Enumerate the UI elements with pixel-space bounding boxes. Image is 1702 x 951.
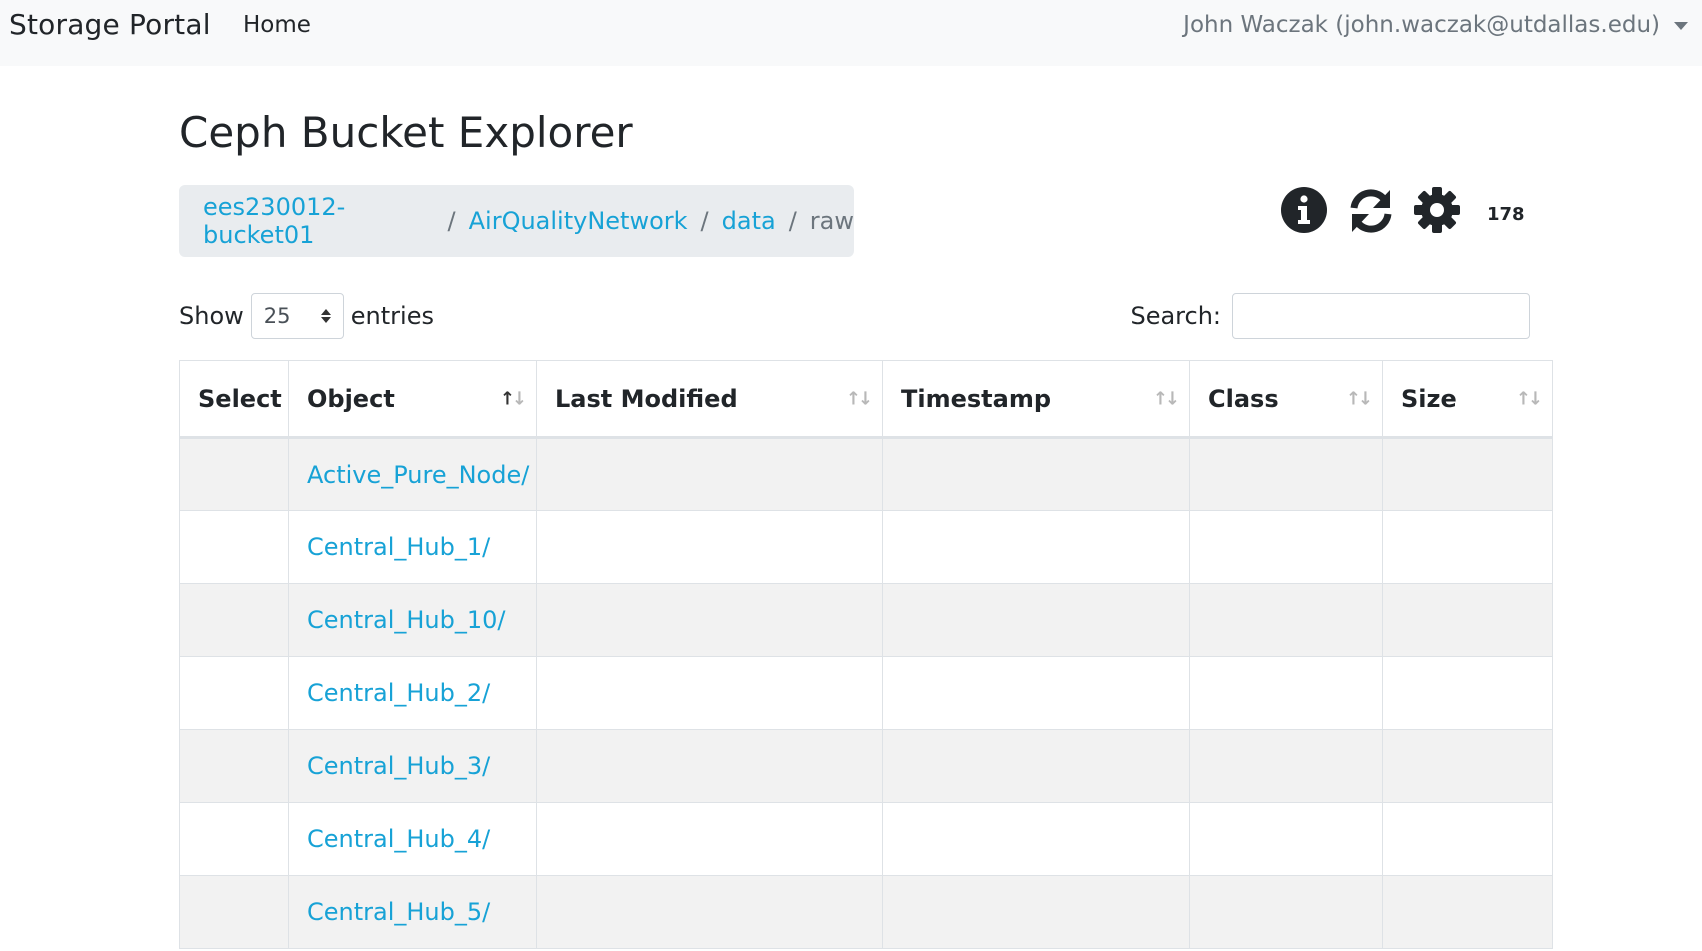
top-navbar: Storage Portal Home John Waczak (john.wa… [0, 0, 1702, 66]
search-input[interactable] [1232, 293, 1530, 339]
object-cell: Central_Hub_3/ [288, 729, 537, 803]
sort-icon: ↑↓ [1515, 388, 1543, 409]
class-cell [1189, 510, 1383, 584]
class-cell [1189, 729, 1383, 803]
select-cell [179, 802, 289, 876]
breadcrumb-separator: / [700, 207, 709, 235]
breadcrumb-item-airqualitynetwork[interactable]: AirQualityNetwork [469, 207, 688, 235]
size-cell [1382, 656, 1553, 730]
select-cell [179, 656, 289, 730]
refresh-icon[interactable] [1346, 186, 1396, 240]
object-link[interactable]: Central_Hub_4/ [307, 825, 490, 853]
size-cell [1382, 875, 1553, 949]
class-cell [1189, 802, 1383, 876]
page-length-select[interactable]: 25 [250, 293, 344, 339]
last-modified-cell [536, 583, 883, 657]
table-header-row: Select Object ↑↓ Last Modified ↑↓ Timestam… [179, 360, 1553, 439]
brand-link[interactable]: Storage Portal [9, 8, 211, 41]
object-cell: Active_Pure_Node/ [288, 437, 537, 511]
length-suffix: entries [350, 302, 434, 330]
object-cell: Central_Hub_4/ [288, 802, 537, 876]
select-cell [179, 437, 289, 511]
object-link[interactable]: Central_Hub_10/ [307, 606, 506, 634]
object-cell: Central_Hub_2/ [288, 656, 537, 730]
column-header-class[interactable]: Class ↑↓ [1189, 360, 1383, 439]
breadcrumb-separator: / [788, 207, 797, 235]
last-modified-cell [536, 510, 883, 584]
sort-icon: ↑↓ [499, 388, 527, 409]
sort-icon: ↑↓ [845, 388, 873, 409]
select-cell [179, 729, 289, 803]
object-link[interactable]: Active_Pure_Node/ [307, 461, 529, 489]
select-arrows-icon [320, 309, 331, 323]
object-count: 178 [1487, 204, 1525, 225]
breadcrumb: ees230012-bucket01 / AirQualityNetwork /… [179, 185, 854, 257]
user-menu-toggle[interactable]: John Waczak (john.waczak@utdallas.edu) [1183, 12, 1688, 38]
timestamp-cell [882, 583, 1190, 657]
table-row: Central_Hub_3/ [179, 729, 1553, 803]
column-header-select: Select [179, 360, 289, 439]
select-cell [179, 510, 289, 584]
size-cell [1382, 729, 1553, 803]
size-cell [1382, 583, 1553, 657]
column-header-last-modified[interactable]: Last Modified ↑↓ [536, 360, 883, 439]
chevron-down-icon [1674, 22, 1688, 30]
column-header-object[interactable]: Object ↑↓ [288, 360, 537, 439]
table-row: Central_Hub_10/ [179, 583, 1553, 657]
info-icon[interactable] [1280, 186, 1328, 238]
size-cell [1382, 802, 1553, 876]
select-cell [179, 583, 289, 657]
breadcrumb-separator: / [447, 207, 456, 235]
object-link[interactable]: Central_Hub_3/ [307, 752, 490, 780]
gear-icon[interactable] [1413, 186, 1461, 238]
class-cell [1189, 583, 1383, 657]
last-modified-cell [536, 437, 883, 511]
last-modified-cell [536, 729, 883, 803]
table-row: Central_Hub_1/ [179, 510, 1553, 584]
timestamp-cell [882, 729, 1190, 803]
table-row: Central_Hub_4/ [179, 802, 1553, 876]
select-cell [179, 875, 289, 949]
timestamp-cell [882, 802, 1190, 876]
page-title: Ceph Bucket Explorer [179, 108, 633, 157]
last-modified-cell [536, 656, 883, 730]
breadcrumb-item-data[interactable]: data [722, 207, 776, 235]
breadcrumb-item-bucket[interactable]: ees230012-bucket01 [203, 193, 435, 249]
timestamp-cell [882, 875, 1190, 949]
length-prefix: Show [179, 302, 244, 330]
column-header-timestamp[interactable]: Timestamp ↑↓ [882, 360, 1190, 439]
sort-icon: ↑↓ [1152, 388, 1180, 409]
page-length-value: 25 [263, 304, 291, 328]
table-row: Central_Hub_2/ [179, 656, 1553, 730]
class-cell [1189, 656, 1383, 730]
size-cell [1382, 510, 1553, 584]
table-row: Active_Pure_Node/ [179, 437, 1553, 511]
object-link[interactable]: Central_Hub_5/ [307, 898, 490, 926]
page-length-control: Show 25 entries [179, 293, 434, 339]
sort-icon: ↑↓ [1345, 388, 1373, 409]
object-link[interactable]: Central_Hub_1/ [307, 533, 490, 561]
timestamp-cell [882, 510, 1190, 584]
timestamp-cell [882, 437, 1190, 511]
search-control: Search: [1130, 293, 1530, 339]
object-cell: Central_Hub_5/ [288, 875, 537, 949]
column-header-size[interactable]: Size ↑↓ [1382, 360, 1553, 439]
user-name: John Waczak (john.waczak@utdallas.edu) [1183, 12, 1660, 38]
last-modified-cell [536, 802, 883, 876]
breadcrumb-item-raw: raw [809, 207, 854, 235]
nav-home-link[interactable]: Home [243, 12, 311, 38]
class-cell [1189, 875, 1383, 949]
last-modified-cell [536, 875, 883, 949]
timestamp-cell [882, 656, 1190, 730]
objects-table: Select Object ↑↓ Last Modified ↑↓ Timestam… [179, 360, 1553, 949]
object-cell: Central_Hub_1/ [288, 510, 537, 584]
size-cell [1382, 437, 1553, 511]
class-cell [1189, 437, 1383, 511]
table-row: Central_Hub_5/ [179, 875, 1553, 949]
object-cell: Central_Hub_10/ [288, 583, 537, 657]
object-link[interactable]: Central_Hub_2/ [307, 679, 490, 707]
search-label: Search: [1130, 302, 1221, 330]
